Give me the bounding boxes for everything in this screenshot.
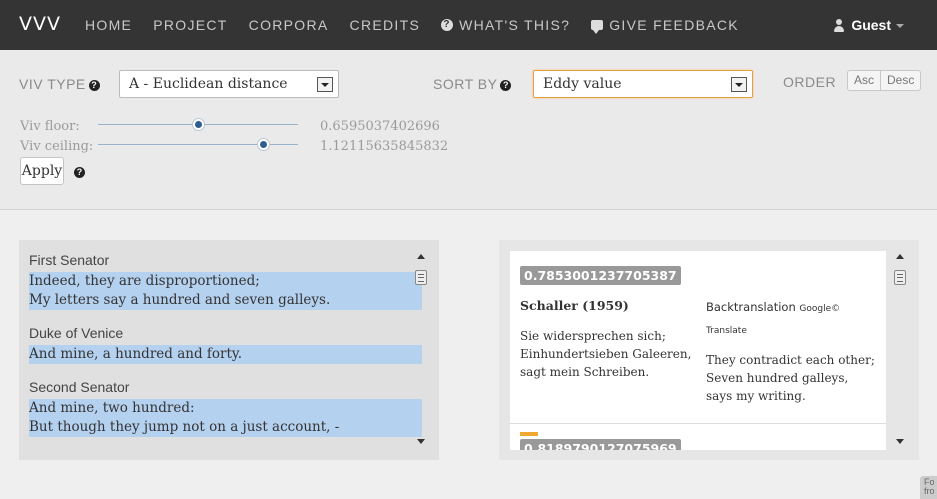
scroll-up-icon[interactable] <box>417 254 425 259</box>
caret-down-icon <box>896 24 904 28</box>
speech: First Senator Indeed, they are dispropor… <box>29 252 422 310</box>
brand-logo[interactable]: VVV <box>19 13 61 35</box>
scroll-thumb[interactable] <box>894 270 906 285</box>
eddy-score-badge: 0.8189790127075969 <box>520 439 681 450</box>
backtranslation-column: Backtranslation Google© Translate They c… <box>706 297 876 405</box>
help-circle-icon: ? <box>441 19 454 31</box>
viv-type-select[interactable]: A - Euclidean distance <box>119 70 339 98</box>
viv-ceiling-value: 1.12115635845832 <box>320 139 449 154</box>
order-label: ORDER <box>783 74 837 90</box>
feedback-corner-tab[interactable]: Fo fro <box>920 476 937 499</box>
speaker-name: Duke of Venice <box>29 325 124 341</box>
apply-button[interactable]: Apply <box>20 157 64 185</box>
dropdown-arrow-icon <box>317 77 333 92</box>
nav-whats-this-label: WHAT'S THIS? <box>459 17 571 33</box>
speaker-name: First Senator <box>29 252 110 268</box>
results-list: 0.7853001237705387 Schaller (1959) Sie w… <box>510 251 886 450</box>
result-item[interactable]: 0.7853001237705387 Schaller (1959) Sie w… <box>510 251 886 423</box>
order-toggle: Asc Desc <box>847 70 922 91</box>
source-text[interactable]: First Senator Indeed, they are dispropor… <box>29 252 422 448</box>
dropdown-arrow-icon <box>731 77 747 92</box>
source-text-panel: First Senator Indeed, they are dispropor… <box>19 240 439 460</box>
user-menu[interactable]: Guest <box>833 17 904 33</box>
score-indicator-bar <box>520 432 538 436</box>
nav-home[interactable]: HOME <box>85 17 132 33</box>
order-desc-button[interactable]: Desc <box>880 71 920 90</box>
apply-help-icon[interactable]: ? <box>74 167 85 178</box>
controls-panel: VIV TYPE? A - Euclidean distance SORT BY… <box>0 50 937 210</box>
sort-by-select[interactable]: Eddy value <box>533 70 753 98</box>
nav-corpora[interactable]: CORPORA <box>249 17 329 33</box>
viv-floor-handle[interactable] <box>192 118 205 131</box>
nav-project-label: PROJECT <box>153 17 228 33</box>
version-text: Sie widersprechen sich; Einhundertsieben… <box>520 329 692 379</box>
version-title[interactable]: Schaller (1959) <box>520 297 706 315</box>
result-columns: Schaller (1959) Sie widersprechen sich; … <box>520 297 876 405</box>
highlighted-line[interactable]: And mine, a hundred and forty. <box>29 345 422 364</box>
order-asc-button[interactable]: Asc <box>848 71 880 90</box>
backtranslation-title: Backtranslation <box>706 300 796 314</box>
viv-type-value: A - Euclidean distance <box>129 76 288 92</box>
nav-menu: HOME PROJECT CORPORA CREDITS ? WHAT'S TH… <box>85 0 760 50</box>
nav-give-feedback-label: GIVE FEEDBACK <box>609 17 739 33</box>
nav-whats-this[interactable]: ? WHAT'S THIS? <box>441 17 570 33</box>
nav-project[interactable]: PROJECT <box>153 17 227 33</box>
nav-give-feedback[interactable]: GIVE FEEDBACK <box>591 17 739 34</box>
nav-home-label: HOME <box>85 17 133 33</box>
highlighted-line[interactable]: My letters say a hundred and seven galle… <box>29 291 422 310</box>
sort-by-label: SORT BY <box>433 76 498 92</box>
result-item[interactable]: 0.8189790127075969 <box>510 423 886 450</box>
nav-corpora-label: CORPORA <box>248 17 329 33</box>
viv-floor-slider[interactable] <box>98 118 298 131</box>
highlighted-line[interactable]: Indeed, they are disproportioned; <box>29 272 422 291</box>
speaker-name: Second Senator <box>29 379 130 395</box>
highlighted-line[interactable]: And mine, two hundred: <box>29 399 422 418</box>
sort-by-help-icon[interactable]: ? <box>500 80 512 91</box>
viv-floor-value: 0.6595037402696 <box>320 119 440 134</box>
viv-ceiling-slider[interactable] <box>98 138 298 151</box>
results-panel: 0.7853001237705387 Schaller (1959) Sie w… <box>499 240 919 460</box>
scroll-down-icon[interactable] <box>417 439 425 444</box>
version-column: Schaller (1959) Sie widersprechen sich; … <box>520 297 706 405</box>
viv-type-help-icon[interactable]: ? <box>88 80 100 91</box>
scroll-thumb[interactable] <box>415 270 427 285</box>
navbar: VVV HOME PROJECT CORPORA CREDITS ? WHAT'… <box>0 0 937 50</box>
backtranslation-text: They contradict each other; Seven hundre… <box>706 353 875 403</box>
viv-ceiling-handle[interactable] <box>257 138 270 151</box>
results-scrollbar[interactable] <box>893 250 907 448</box>
source-scrollbar[interactable] <box>414 250 428 448</box>
viv-type-label-wrap: VIV TYPE? <box>19 76 100 92</box>
nav-credits-label: CREDITS <box>349 17 421 33</box>
user-icon <box>833 18 845 32</box>
sort-by-value: Eddy value <box>543 76 622 92</box>
nav-credits[interactable]: CREDITS <box>350 17 421 33</box>
viv-ceiling-label: Viv ceiling: <box>20 139 94 154</box>
speech: Second Senator And mine, two hundred: Bu… <box>29 379 422 437</box>
viv-type-label: VIV TYPE <box>19 76 86 92</box>
user-name: Guest <box>851 17 891 33</box>
backtranslation-header: Backtranslation Google© Translate <box>706 297 876 341</box>
eddy-score-badge: 0.7853001237705387 <box>520 266 681 285</box>
speech: Duke of Venice And mine, a hundred and f… <box>29 325 422 364</box>
highlighted-line[interactable]: But though they jump not on a just accou… <box>29 418 422 437</box>
scroll-up-icon[interactable] <box>896 254 904 259</box>
viv-floor-label: Viv floor: <box>20 119 80 134</box>
scroll-down-icon[interactable] <box>896 439 904 444</box>
comment-icon <box>591 20 604 34</box>
sort-by-label-wrap: SORT BY? <box>433 76 512 92</box>
